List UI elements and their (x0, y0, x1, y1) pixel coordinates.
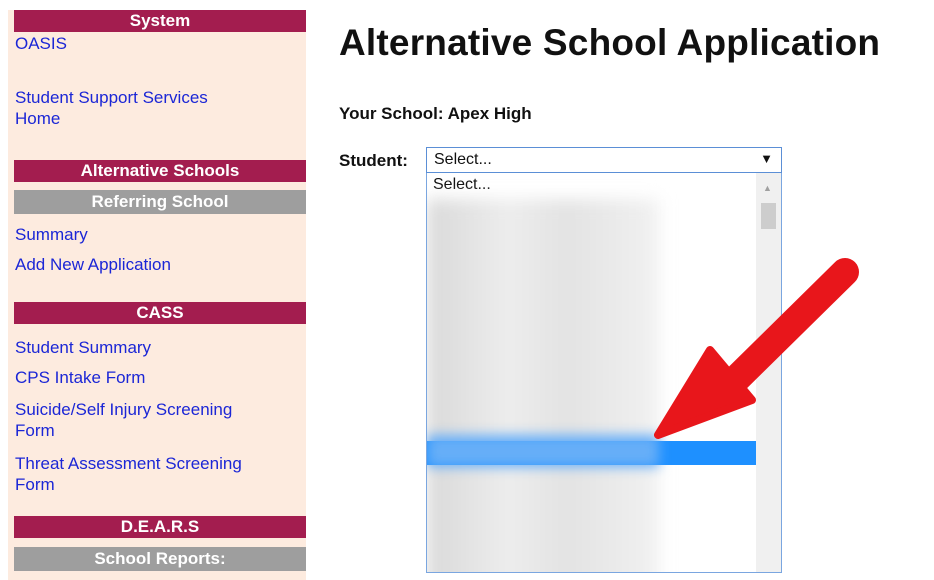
sidebar-header-alternative-schools: Alternative Schools (14, 160, 306, 182)
sidebar-link-cps-intake-form[interactable]: CPS Intake Form (15, 367, 145, 388)
sidebar-subheader-referring-school: Referring School (14, 190, 306, 214)
sidebar-header-system: System (14, 10, 306, 32)
sidebar-link-label: Threat Assessment Screening (15, 454, 242, 473)
student-select[interactable]: Select... ▼ (426, 147, 782, 173)
sidebar-link-student-support-services[interactable]: Student Support Services Home (15, 87, 208, 129)
sidebar-link-label-cont: Home (15, 109, 61, 128)
sidebar-header-cass: CASS (14, 302, 306, 324)
blurred-highlighted-text (427, 435, 659, 467)
sidebar-header-dears: D.E.A.R.S (14, 516, 306, 538)
your-school-label: Your School: Apex High (339, 104, 532, 123)
scroll-up-icon[interactable]: ▲ (763, 183, 772, 193)
sidebar-link-label-cont: Form (15, 475, 55, 494)
student-label: Student: (339, 151, 408, 170)
student-select-value: Select... (434, 151, 492, 168)
sidebar: System OASIS Student Support Services Ho… (8, 10, 306, 580)
sidebar-link-student-summary[interactable]: Student Summary (15, 337, 151, 358)
sidebar-link-label: Suicide/Self Injury Screening (15, 400, 233, 419)
sidebar-link-oasis[interactable]: OASIS (15, 33, 67, 54)
page-title: Alternative School Application (339, 22, 881, 63)
sidebar-link-suicide-screening-form[interactable]: Suicide/Self Injury Screening Form (15, 399, 232, 441)
sidebar-link-add-new-application[interactable]: Add New Application (15, 254, 171, 275)
scroll-thumb[interactable] (761, 203, 776, 229)
sidebar-link-label-cont: Form (15, 421, 55, 440)
sidebar-subheader-school-reports: School Reports: (14, 547, 306, 571)
sidebar-link-threat-assessment-form[interactable]: Threat Assessment Screening Form (15, 453, 242, 495)
red-arrow-icon (654, 258, 859, 439)
chevron-down-icon: ▼ (760, 151, 773, 166)
sidebar-link-summary[interactable]: Summary (15, 224, 88, 245)
blurred-options (427, 199, 659, 572)
sidebar-link-label: Student Support Services (15, 88, 208, 107)
dropdown-option-select[interactable]: Select... (433, 176, 491, 194)
